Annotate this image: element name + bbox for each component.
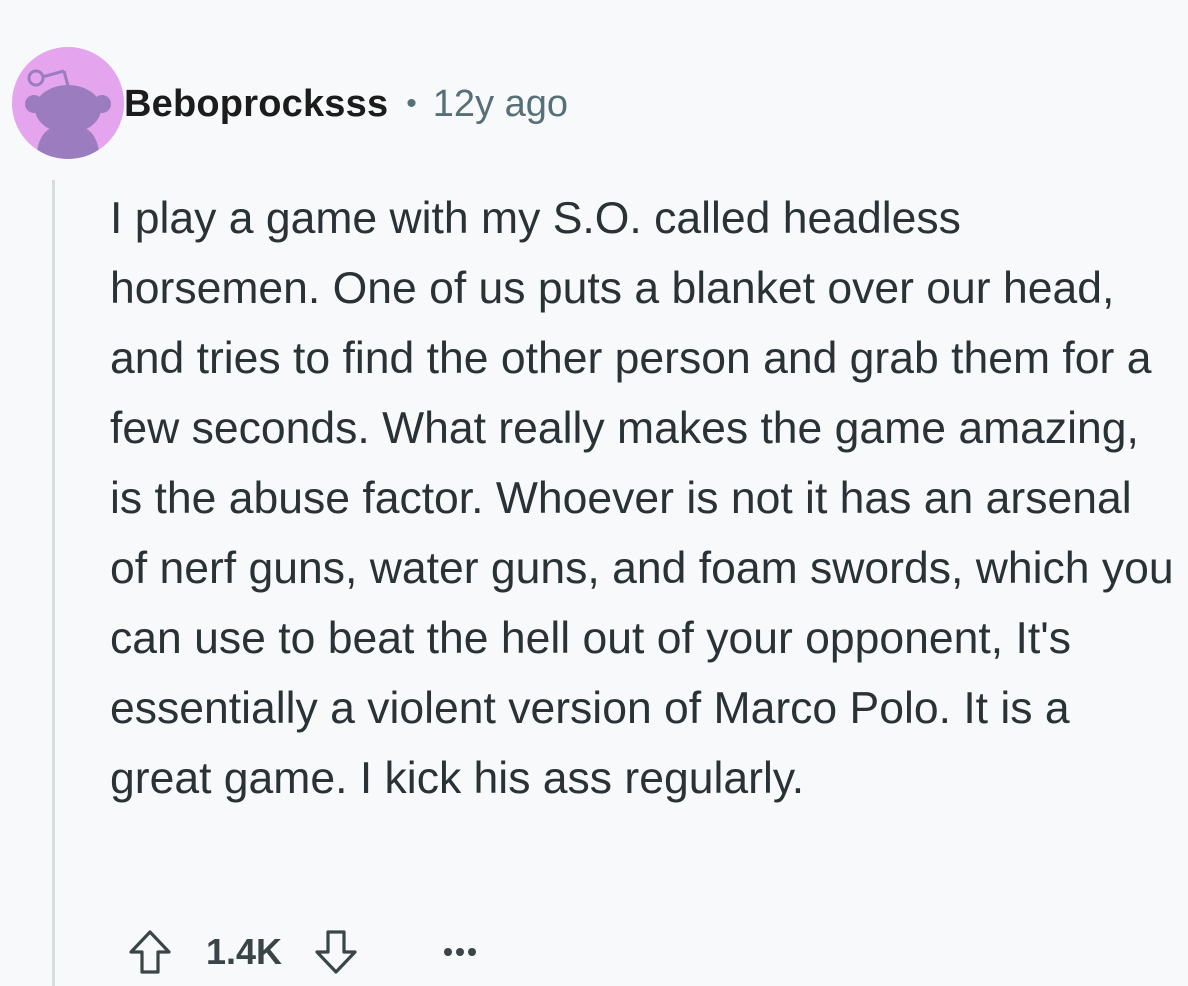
comment-age[interactable]: 12y ago bbox=[433, 83, 568, 126]
more-options-button[interactable] bbox=[430, 922, 490, 982]
vote-score: 1.4K bbox=[206, 931, 283, 972]
more-options-icon bbox=[444, 948, 477, 956]
comment-actions: 1.4K bbox=[120, 920, 490, 984]
comment-header: Beboprocksss • 12y ago bbox=[124, 80, 568, 128]
snoo-avatar-icon bbox=[12, 47, 124, 159]
comment-body: I play a game with my S.O. called headle… bbox=[110, 194, 1174, 803]
downvote-button[interactable] bbox=[306, 922, 366, 982]
comment: Beboprocksss • 12y ago I play a game wit… bbox=[0, 0, 1188, 986]
thread-line[interactable] bbox=[52, 180, 55, 986]
arrow-down-icon bbox=[315, 930, 357, 974]
meta-separator: • bbox=[406, 87, 417, 120]
arrow-up-icon bbox=[129, 930, 171, 974]
upvote-button[interactable] bbox=[120, 922, 180, 982]
avatar[interactable] bbox=[12, 47, 124, 159]
author-username[interactable]: Beboprocksss bbox=[124, 83, 388, 126]
